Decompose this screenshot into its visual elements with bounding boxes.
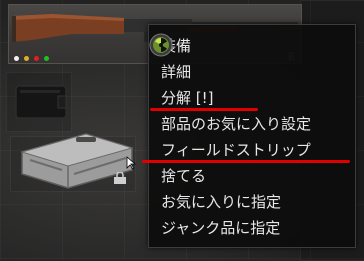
wallet-icon	[15, 85, 67, 119]
menu-item-mark-favorite[interactable]: お気に入りに指定	[149, 189, 355, 215]
menu-item-discard[interactable]: 捨てる	[149, 163, 355, 189]
menu-item-inspect[interactable]: 詳細	[149, 59, 355, 85]
menu-item-equip[interactable]: 装備	[149, 33, 355, 59]
menu-item-favorite-parts[interactable]: 部品のお気に入り設定	[149, 111, 355, 137]
radiation-badge-icon	[149, 33, 173, 57]
mouse-cursor-icon	[126, 156, 136, 170]
menu-item-mark-junk[interactable]: ジャンク品に指定	[149, 215, 355, 241]
highlight-underline-disassemble	[150, 108, 258, 111]
item-context-menu: 装備 詳細 分解 [!] 部品のお気に入り設定 フィールドストリップ 捨てる お…	[148, 24, 356, 248]
rifle-status-dots	[14, 56, 49, 61]
lock-icon	[114, 172, 126, 184]
highlight-underline-field-strip	[142, 160, 350, 163]
